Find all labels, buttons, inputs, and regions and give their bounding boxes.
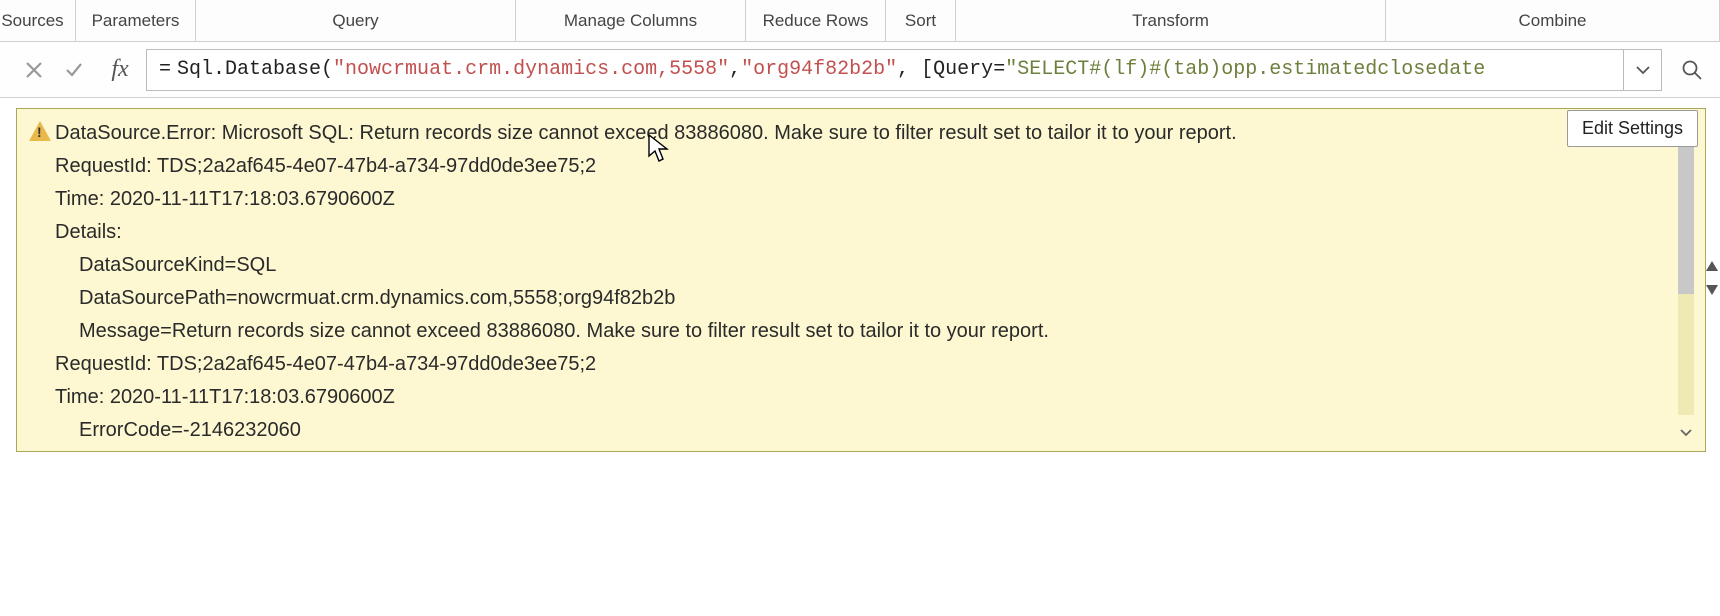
- formula-fx-label: fx: [100, 50, 140, 90]
- chevron-down-icon: [1635, 62, 1651, 78]
- error-line: RequestId: TDS;2a2af645-4e07-47b4-a734-9…: [55, 348, 1663, 381]
- error-line: ErrorCode=-2146232060: [55, 414, 1663, 447]
- search-button[interactable]: [1670, 49, 1714, 91]
- ribbon-group-transform[interactable]: Transform: [956, 0, 1386, 41]
- formula-call: Sql.Database(: [177, 58, 333, 81]
- formula-arg2: "org94f82b2b": [741, 58, 897, 81]
- formula-equals: =: [159, 58, 171, 81]
- error-line: RequestId: TDS;2a2af645-4e07-47b4-a734-9…: [55, 150, 1663, 183]
- edit-settings-button[interactable]: Edit Settings: [1567, 110, 1698, 147]
- error-line: DataSourceKind=SQL: [55, 249, 1663, 282]
- ribbon-group-query[interactable]: Query: [196, 0, 516, 41]
- ribbon-group-combine[interactable]: Combine: [1386, 0, 1720, 41]
- ribbon-group-sort[interactable]: Sort: [886, 0, 956, 41]
- ribbon-group-parameters[interactable]: Parameters: [76, 0, 196, 41]
- triangle-up-icon: [1706, 261, 1718, 271]
- formula-comma2: , [Query=: [897, 58, 1005, 81]
- check-icon: [64, 60, 84, 80]
- error-line: Time: 2020-11-11T17:18:03.6790600Z: [55, 183, 1663, 216]
- close-icon: [25, 61, 43, 79]
- triangle-down-icon: [1706, 285, 1718, 295]
- formula-arg3: "SELECT#(lf)#(tab)opp.estimatedclosedate: [1005, 58, 1485, 81]
- ribbon-group-sources[interactable]: Sources: [0, 0, 76, 41]
- error-panel: DataSource.Error: Microsoft SQL: Return …: [16, 108, 1706, 452]
- error-line: DataSourcePath=nowcrmuat.crm.dynamics.co…: [55, 282, 1663, 315]
- formula-confirm-button[interactable]: [54, 50, 94, 90]
- scroll-down-icon[interactable]: [1671, 417, 1701, 447]
- formula-cancel-button[interactable]: [14, 50, 54, 90]
- error-line: Time: 2020-11-11T17:18:03.6790600Z: [55, 381, 1663, 414]
- error-line: DataSource.Error: Microsoft SQL: Return …: [55, 117, 1663, 150]
- formula-expand-button[interactable]: [1624, 49, 1662, 91]
- formula-input[interactable]: = Sql.Database( "nowcrmuat.crm.dynamics.…: [146, 49, 1624, 91]
- formula-bar: fx = Sql.Database( "nowcrmuat.crm.dynami…: [0, 42, 1720, 98]
- content-area: DataSource.Error: Microsoft SQL: Return …: [0, 98, 1720, 616]
- error-message-body[interactable]: DataSource.Error: Microsoft SQL: Return …: [53, 109, 1667, 451]
- scroll-thumb[interactable]: [1678, 145, 1694, 294]
- error-line: Details:: [55, 216, 1663, 249]
- search-icon: [1681, 59, 1703, 81]
- formula-arg1: "nowcrmuat.crm.dynamics.com,5558": [333, 58, 729, 81]
- error-line: Message=Return records size cannot excee…: [55, 315, 1663, 348]
- ribbon-group-reduce-rows[interactable]: Reduce Rows: [746, 0, 886, 41]
- scroll-track[interactable]: [1678, 145, 1694, 415]
- side-collapse-arrows[interactable]: [1706, 261, 1720, 295]
- ribbon-group-manage-columns[interactable]: Manage Columns: [516, 0, 746, 41]
- error-scrollbar[interactable]: [1667, 109, 1705, 451]
- warning-icon: [17, 109, 53, 451]
- formula-comma1: ,: [729, 58, 741, 81]
- ribbon: Sources Parameters Query Manage Columns …: [0, 0, 1720, 42]
